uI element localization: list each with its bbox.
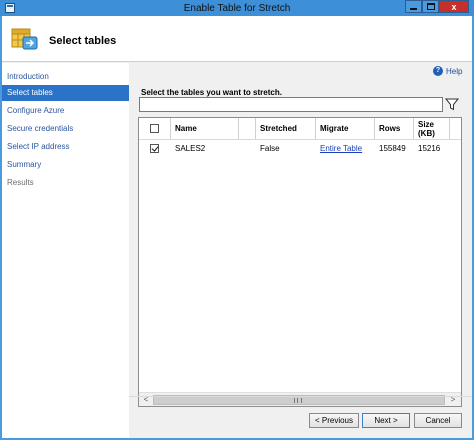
column-header-size[interactable]: Size (KB) — [414, 118, 450, 139]
row-migrate-link[interactable]: Entire Table — [316, 140, 362, 157]
table-search-input[interactable] — [139, 97, 443, 112]
nav-item-summary[interactable]: Summary — [2, 157, 129, 173]
table-wizard-icon — [11, 28, 38, 50]
help-link[interactable]: ? Help — [433, 66, 462, 76]
close-icon: x — [451, 1, 457, 12]
select-all-checkbox[interactable] — [150, 124, 159, 133]
cancel-button[interactable]: Cancel — [414, 413, 462, 428]
next-button[interactable]: Next > — [362, 413, 410, 428]
nav-item-results: Results — [7, 178, 34, 187]
table-row[interactable]: SALES2 False Entire Table 155849 15216 — [139, 140, 461, 157]
column-header-blank — [239, 118, 256, 139]
window-title: Enable Table for Stretch — [183, 3, 291, 14]
wizard-header: Select tables — [2, 16, 472, 62]
dialog-client: Select tables Introduction Select tables… — [2, 16, 472, 438]
column-header-rows[interactable]: Rows — [375, 118, 414, 139]
previous-button[interactable]: < Previous — [309, 413, 359, 428]
row-rows: 155849 — [379, 144, 406, 153]
dialog-window: Enable Table for Stretch x Select tables… — [0, 0, 474, 440]
row-name: SALES2 — [175, 144, 206, 153]
column-header-name[interactable]: Name — [171, 118, 239, 139]
wizard-footer: < Previous Next > Cancel — [129, 396, 472, 438]
nav-item-configure-azure[interactable]: Configure Azure — [2, 103, 129, 119]
select-tables-prompt: Select the tables you want to stretch. — [141, 88, 282, 97]
nav-item-select-ip-address[interactable]: Select IP address — [2, 139, 129, 155]
tables-grid: Name Stretched Migrate Rows Size (KB) SA… — [138, 117, 462, 407]
help-label: Help — [446, 66, 463, 76]
filter-icon[interactable] — [445, 98, 459, 111]
minimize-button[interactable] — [405, 0, 422, 13]
column-header-migrate[interactable]: Migrate — [316, 118, 375, 139]
maximize-icon — [426, 3, 435, 10]
row-size: 15216 — [418, 144, 441, 153]
row-stretched: False — [260, 144, 280, 153]
wizard-nav: Introduction Select tables Configure Azu… — [2, 63, 129, 438]
minimize-icon — [410, 8, 417, 10]
help-icon: ? — [433, 66, 443, 76]
nav-item-introduction[interactable]: Introduction — [2, 69, 129, 85]
maximize-button[interactable] — [422, 0, 439, 13]
row-checkbox[interactable] — [150, 144, 159, 153]
nav-item-secure-credentials[interactable]: Secure credentials — [2, 121, 129, 137]
page-title: Select tables — [49, 35, 117, 47]
title-bar[interactable]: Enable Table for Stretch x — [0, 0, 474, 16]
select-all-column — [139, 118, 171, 139]
column-header-stretched[interactable]: Stretched — [256, 118, 316, 139]
close-button[interactable]: x — [439, 0, 469, 13]
nav-item-select-tables[interactable]: Select tables — [2, 85, 129, 101]
grid-header: Name Stretched Migrate Rows Size (KB) — [139, 118, 461, 140]
